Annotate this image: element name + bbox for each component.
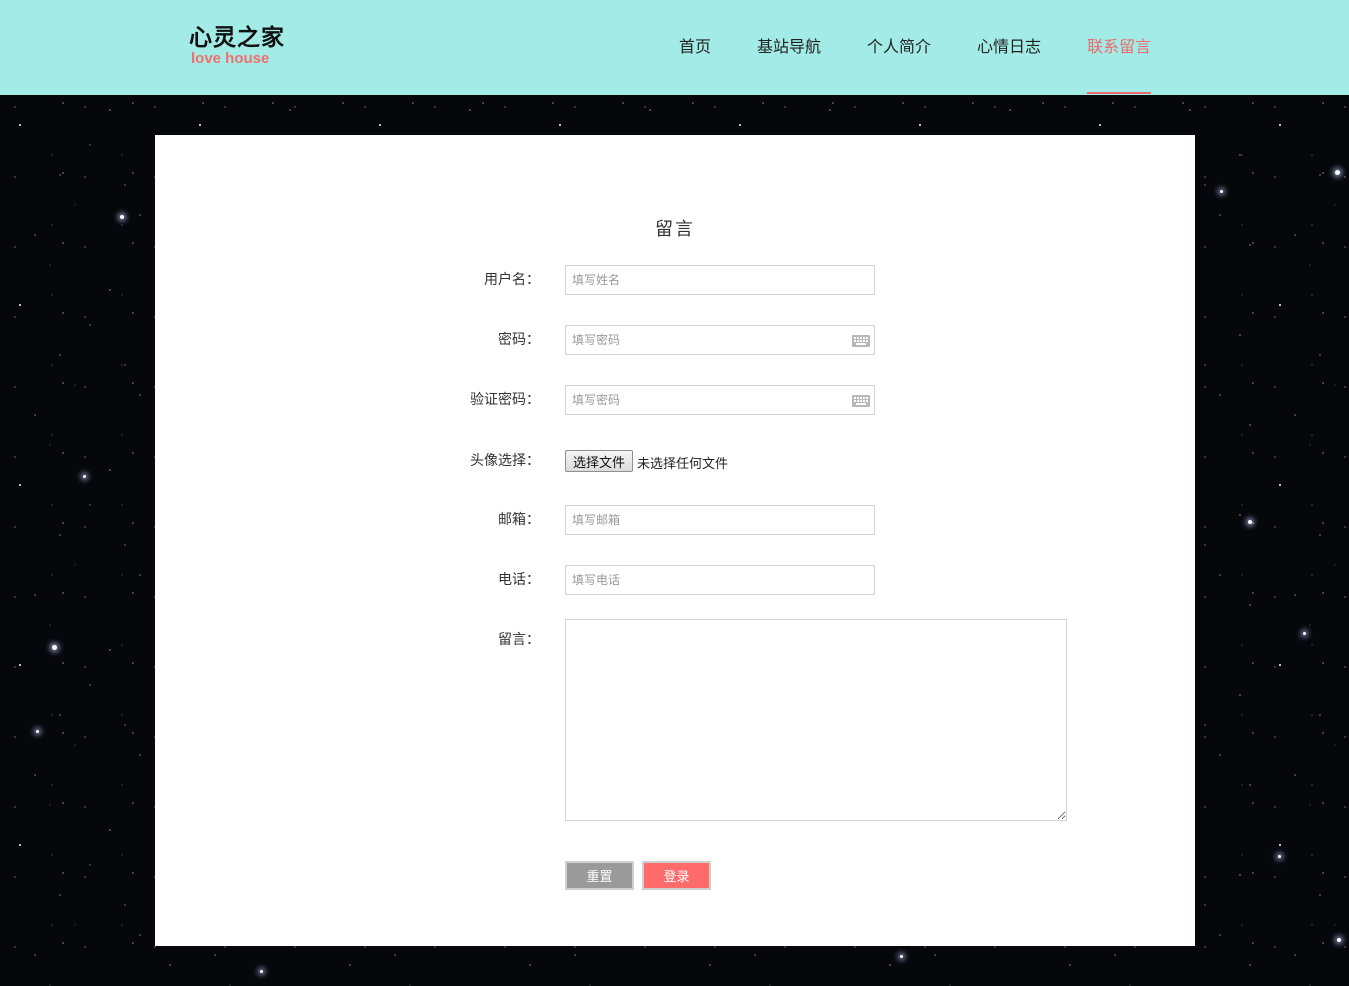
nav-item-mood-log[interactable]: 心情日志: [954, 0, 1064, 95]
logo-english-text: love house: [191, 50, 270, 67]
username-input[interactable]: [565, 265, 875, 295]
star-decoration: [900, 955, 903, 958]
star-decoration: [1303, 632, 1306, 635]
star-decoration: [120, 215, 124, 219]
choose-file-button[interactable]: 选择文件: [565, 450, 634, 472]
email-label: 邮箱：: [498, 512, 540, 528]
login-button[interactable]: 登录: [642, 861, 711, 890]
star-decoration: [52, 645, 57, 650]
star-decoration: [36, 730, 39, 733]
confirm-password-input[interactable]: [565, 385, 875, 415]
star-decoration: [1337, 938, 1341, 942]
password-label: 密码：: [498, 332, 540, 348]
main-nav: 首页 基站导航 个人简介 心情日志 联系留言: [656, 0, 1174, 95]
form-title: 留言: [655, 219, 695, 240]
star-decoration: [83, 475, 86, 478]
message-form-panel: 留言 用户名： 密码： 验证密码： 头像选择： 选择文件 未选择任何文件 邮箱：…: [155, 135, 1195, 946]
username-label: 用户名：: [484, 272, 540, 288]
file-status-text: 未选择任何文件: [637, 457, 729, 472]
email-input[interactable]: [565, 505, 875, 535]
nav-item-profile[interactable]: 个人简介: [844, 0, 954, 95]
keyboard-icon[interactable]: [852, 395, 870, 407]
confirm-password-label: 验证密码：: [470, 392, 540, 408]
star-decoration: [1335, 170, 1340, 175]
keyboard-icon[interactable]: [852, 335, 870, 347]
star-decoration: [1220, 190, 1223, 193]
star-decoration: [1278, 855, 1281, 858]
avatar-label: 头像选择：: [470, 453, 540, 469]
star-decoration: [260, 970, 263, 973]
message-label: 留言：: [498, 632, 540, 648]
site-header: 心灵之家 love house 首页 基站导航 个人简介 心情日志 联系留言: [0, 0, 1349, 95]
reset-button[interactable]: 重置: [565, 861, 634, 890]
phone-label: 电话：: [498, 572, 540, 588]
nav-item-contact[interactable]: 联系留言: [1064, 0, 1174, 95]
password-input[interactable]: [565, 325, 875, 355]
star-decoration: [1248, 520, 1252, 524]
nav-item-station-nav[interactable]: 基站导航: [734, 0, 844, 95]
site-logo[interactable]: 心灵之家 love house: [189, 24, 285, 66]
nav-item-home[interactable]: 首页: [656, 0, 734, 95]
logo-chinese-text: 心灵之家: [189, 24, 285, 51]
message-textarea[interactable]: [565, 619, 1067, 821]
phone-input[interactable]: [565, 565, 875, 595]
